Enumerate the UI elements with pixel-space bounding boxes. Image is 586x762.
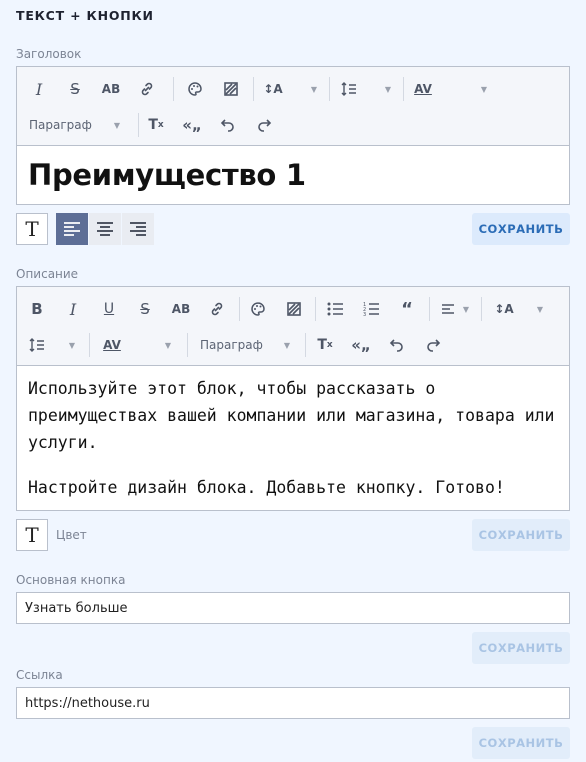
main-button-save-button[interactable]: СОХРАНИТЬ: [472, 632, 570, 664]
bold-icon[interactable]: B: [23, 295, 51, 323]
description-label: Описание: [16, 267, 79, 281]
palette-icon[interactable]: [244, 295, 272, 323]
font-size-icon[interactable]: ↕A: [487, 295, 521, 323]
uppercase-icon[interactable]: AB: [167, 295, 195, 323]
line-height-icon[interactable]: [329, 75, 369, 103]
text-color-picker[interactable]: T: [16, 213, 48, 245]
paragraph-dropdown-label: Параграф: [29, 118, 92, 132]
heading-toolbar: I S AB ↕A ▼ ▼ AV ▼ Параграф ▼ Tx «„: [17, 67, 569, 146]
blockquote-icon[interactable]: “: [393, 295, 421, 323]
undo-icon[interactable]: [383, 331, 411, 359]
background-color-icon[interactable]: [217, 75, 245, 103]
heading-label: Заголовок: [16, 47, 82, 61]
clear-format-icon[interactable]: Tx: [311, 331, 339, 359]
strikethrough-icon[interactable]: S: [131, 295, 159, 323]
heading-editor: I S AB ↕A ▼ ▼ AV ▼ Параграф ▼ Tx «„ Преи…: [16, 66, 570, 205]
chevron-down-icon[interactable]: ▼: [65, 331, 79, 359]
align-center-button[interactable]: [89, 213, 121, 245]
font-size-icon[interactable]: ↕A: [253, 75, 293, 103]
link-save-button[interactable]: СОХРАНИТЬ: [472, 727, 570, 759]
redo-icon[interactable]: [419, 331, 447, 359]
strikethrough-icon[interactable]: S: [61, 75, 89, 103]
link-icon[interactable]: [133, 75, 161, 103]
color-label: Цвет: [56, 528, 87, 542]
quote-marks-icon[interactable]: «„: [178, 111, 206, 139]
chevron-down-icon[interactable]: ▼: [477, 75, 491, 103]
main-button-text-input[interactable]: Узнать больше: [16, 592, 570, 624]
align-icon[interactable]: [437, 295, 459, 323]
background-color-icon[interactable]: [280, 295, 308, 323]
description-editor: B I U S AB 123 “ ▼ ↕A ▼ ▼ AV ▼ Параграф …: [16, 286, 570, 511]
align-left-button[interactable]: [56, 213, 88, 245]
chevron-down-icon[interactable]: ▼: [280, 331, 294, 359]
uppercase-icon[interactable]: AB: [97, 75, 125, 103]
line-height-icon[interactable]: [23, 331, 51, 359]
palette-icon[interactable]: [181, 75, 209, 103]
chevron-down-icon[interactable]: ▼: [533, 295, 547, 323]
svg-text:3: 3: [363, 312, 366, 316]
align-right-button[interactable]: [122, 213, 154, 245]
paragraph-dropdown[interactable]: Параграф: [29, 111, 121, 139]
description-paragraph: Настройте дизайн блока. Добавьте кнопку.…: [28, 478, 505, 497]
description-paragraph: Используйте этот блок, чтобы рассказать …: [28, 379, 555, 452]
main-button-label: Основная кнопка: [16, 573, 126, 587]
bulleted-list-icon[interactable]: [321, 295, 349, 323]
paragraph-dropdown[interactable]: Параграф: [200, 331, 280, 359]
letter-spacing-icon[interactable]: AV: [403, 75, 443, 103]
text-color-picker[interactable]: T: [16, 519, 48, 551]
clear-format-icon[interactable]: Tx: [142, 111, 170, 139]
letter-spacing-icon[interactable]: AV: [95, 331, 129, 359]
quote-marks-icon[interactable]: «„: [347, 331, 375, 359]
link-icon[interactable]: [203, 295, 231, 323]
undo-icon[interactable]: [214, 111, 242, 139]
redo-icon[interactable]: [250, 111, 278, 139]
numbered-list-icon[interactable]: 123: [357, 295, 385, 323]
chevron-down-icon[interactable]: ▼: [161, 331, 175, 359]
description-toolbar: B I U S AB 123 “ ▼ ↕A ▼ ▼ AV ▼ Параграф …: [17, 287, 569, 366]
italic-icon[interactable]: I: [59, 295, 87, 323]
section-title: ТЕКСТ + КНОПКИ: [16, 8, 154, 23]
link-label: Ссылка: [16, 668, 63, 682]
description-save-button[interactable]: СОХРАНИТЬ: [472, 519, 570, 551]
heading-save-button[interactable]: СОХРАНИТЬ: [472, 213, 570, 245]
link-input[interactable]: https://nethouse.ru: [16, 687, 570, 719]
chevron-down-icon[interactable]: ▼: [110, 111, 124, 139]
chevron-down-icon[interactable]: ▼: [381, 75, 395, 103]
description-content[interactable]: Используйте этот блок, чтобы рассказать …: [17, 366, 569, 501]
underline-icon[interactable]: U: [95, 295, 123, 323]
italic-icon[interactable]: I: [25, 75, 53, 103]
chevron-down-icon[interactable]: ▼: [459, 295, 473, 323]
chevron-down-icon[interactable]: ▼: [307, 75, 321, 103]
heading-content[interactable]: Преимущество 1: [17, 146, 569, 204]
paragraph-dropdown-label: Параграф: [200, 338, 263, 352]
